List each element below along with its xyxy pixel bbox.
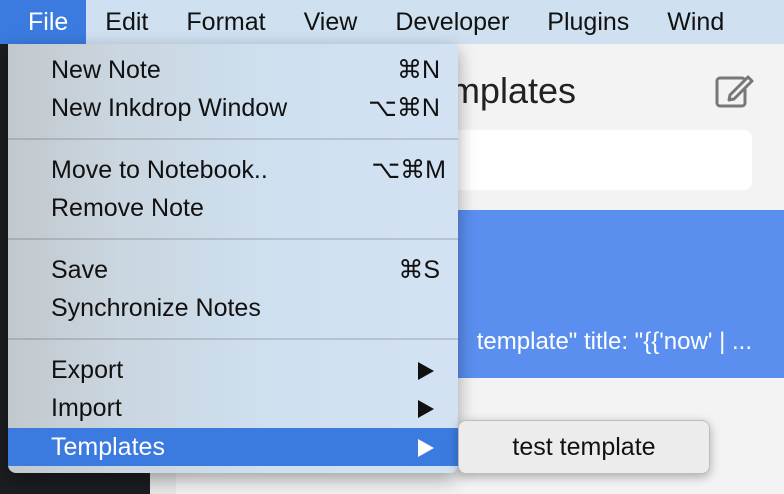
- submenu-arrow-icon: [418, 362, 434, 380]
- menu-item-label: Save: [51, 256, 108, 284]
- menu-item-move-to-notebook[interactable]: Move to Notebook.. ⌥⌘M: [8, 151, 458, 189]
- menu-separator: [8, 138, 458, 140]
- menu-item-label: New Inkdrop Window: [51, 94, 288, 122]
- menu-item-synchronize-notes[interactable]: Synchronize Notes: [8, 289, 458, 327]
- templates-submenu: test template: [458, 420, 710, 474]
- menu-separator: [8, 338, 458, 340]
- menu-item-shortcut: ⌥⌘M: [371, 156, 446, 184]
- menu-item-templates[interactable]: Templates: [8, 428, 458, 466]
- menu-item-save[interactable]: Save ⌘S: [8, 251, 458, 289]
- menubar-window[interactable]: Wind: [648, 0, 743, 44]
- menu-item-remove-note[interactable]: Remove Note: [8, 189, 458, 227]
- menu-item-new-window[interactable]: New Inkdrop Window ⌥⌘N: [8, 89, 458, 127]
- edit-note-icon[interactable]: [714, 70, 754, 110]
- menu-item-new-note[interactable]: New Note ⌘N: [8, 51, 458, 89]
- note-snippet: template" title: "{{'now' | ...: [476, 328, 752, 355]
- menu-item-shortcut: ⌥⌘N: [368, 94, 440, 122]
- file-menu: New Note ⌘N New Inkdrop Window ⌥⌘N Move …: [8, 44, 458, 473]
- menu-item-label: New Note: [51, 56, 161, 84]
- menubar-file[interactable]: File: [0, 0, 87, 44]
- menu-item-shortcut: ⌘N: [396, 56, 440, 84]
- menu-item-label: Templates: [51, 433, 165, 461]
- submenu-item-test-template[interactable]: test template: [459, 421, 709, 473]
- menubar-plugins[interactable]: Plugins: [528, 0, 648, 44]
- menubar-edit[interactable]: Edit: [86, 0, 167, 44]
- submenu-arrow-icon: [418, 439, 434, 457]
- menu-item-import[interactable]: Import: [8, 389, 458, 427]
- menu-item-export[interactable]: Export: [8, 351, 458, 389]
- note-list-item-selected[interactable]: template" title: "{{'now' | ...: [440, 210, 784, 378]
- menu-item-label: Import: [51, 394, 122, 422]
- menubar-developer[interactable]: Developer: [376, 0, 528, 44]
- menu-separator: [8, 238, 458, 240]
- menu-item-label: Remove Note: [51, 194, 204, 222]
- menu-item-shortcut: ⌘S: [398, 256, 440, 284]
- search-input[interactable]: [440, 130, 752, 190]
- menubar-format[interactable]: Format: [167, 0, 284, 44]
- menu-item-label: Export: [51, 356, 124, 384]
- menu-bar: File Edit Format View Developer Plugins …: [0, 0, 784, 44]
- menubar-view[interactable]: View: [285, 0, 377, 44]
- menu-item-label: Synchronize Notes: [51, 294, 261, 322]
- menu-item-label: Move to Notebook..: [51, 156, 268, 184]
- submenu-arrow-icon: [418, 400, 434, 418]
